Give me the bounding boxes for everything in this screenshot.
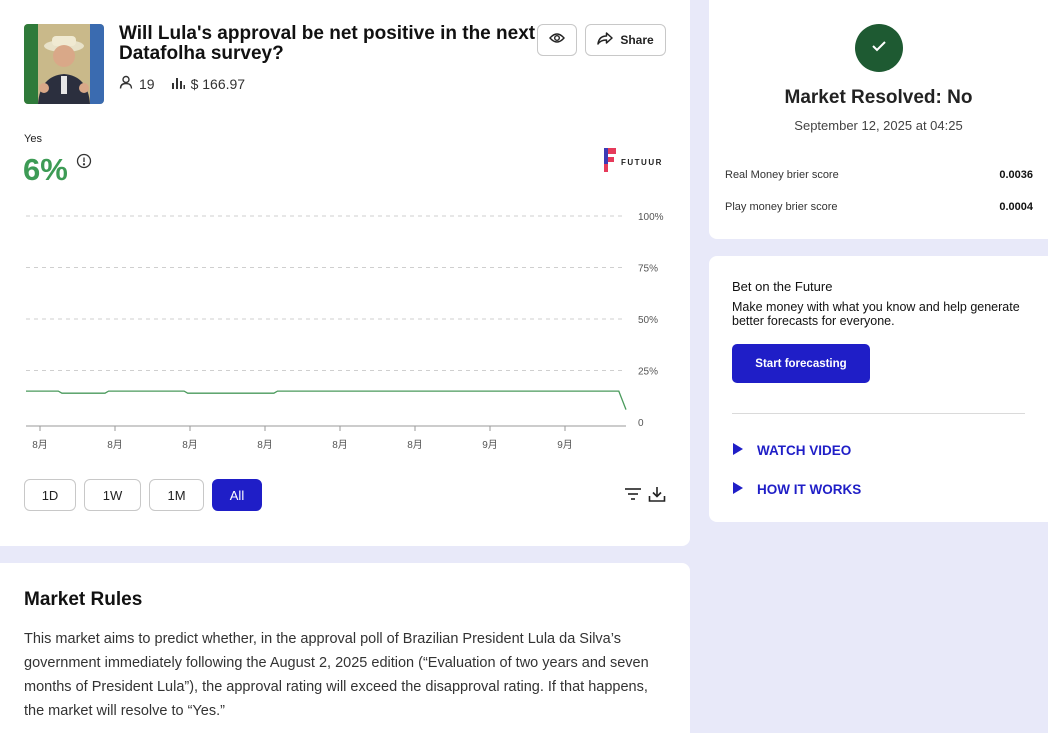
y-tick-label: 100%	[638, 212, 664, 223]
resolved-badge	[855, 24, 903, 72]
range-button-1m[interactable]: 1M	[149, 479, 204, 511]
x-tick-label: 8月	[107, 439, 123, 451]
rules-text: This market aims to predict whether, in …	[24, 631, 649, 719]
eye-icon	[549, 31, 565, 49]
y-tick-label: 25%	[638, 367, 658, 378]
bar-chart-icon	[171, 76, 185, 92]
filter-icon[interactable]	[624, 487, 642, 506]
user-icon	[119, 75, 133, 92]
resolution-card: Market Resolved: No September 12, 2025 a…	[709, 0, 1048, 239]
promo-title: Bet on the Future	[732, 279, 833, 294]
real-money-score-row: Real Money brier score 0.0036	[725, 169, 1033, 181]
play-icon	[732, 482, 743, 497]
futuur-logo-icon	[604, 148, 616, 177]
info-icon[interactable]	[76, 153, 92, 174]
watch-video-label: WATCH VIDEO	[757, 443, 852, 458]
x-tick-label: 8月	[182, 439, 198, 451]
score-value: 0.0004	[999, 201, 1033, 213]
score-label: Play money brier score	[725, 201, 838, 213]
watch-button[interactable]	[537, 24, 577, 56]
share-button[interactable]: Share	[585, 24, 666, 56]
volume-value: $ 166.97	[190, 75, 246, 92]
play-money-score-row: Play money brier score 0.0004	[725, 201, 1033, 213]
x-tick-label: 8月	[407, 439, 423, 451]
y-tick-label: 50%	[638, 315, 658, 326]
y-tick-label: 75%	[638, 264, 658, 275]
share-label: Share	[620, 33, 654, 47]
divider	[732, 413, 1025, 414]
outcome-label: Yes	[24, 133, 42, 145]
score-label: Real Money brier score	[725, 169, 839, 181]
futuur-logo-text: FUTUUR	[621, 158, 663, 167]
x-tick-label: 9月	[482, 439, 498, 451]
y-tick-label: 0	[638, 418, 644, 429]
probability-chart: 100% 75% 50% 25% 0 8月 8月 8月 8月 8月 8月 9月 9月	[26, 212, 664, 451]
score-value: 0.0036	[999, 169, 1033, 181]
market-thumbnail	[24, 24, 104, 104]
check-icon	[871, 39, 887, 57]
share-arrow-icon	[597, 32, 614, 48]
range-button-1w[interactable]: 1W	[84, 479, 141, 511]
market-meta: 19 $ 166.97	[119, 75, 261, 92]
play-icon	[732, 443, 743, 458]
x-tick-label: 8月	[332, 439, 348, 451]
how-it-works-label: HOW IT WORKS	[757, 482, 862, 497]
futuur-logo: FUTUUR	[604, 148, 663, 177]
participants-stat: 19	[119, 75, 155, 92]
resolved-date: September 12, 2025 at 04:25	[794, 118, 963, 133]
x-tick-label: 8月	[257, 439, 273, 451]
rules-title: Market Rules	[24, 589, 143, 610]
volume-stat: $ 166.97	[171, 75, 246, 92]
resolved-title: Market Resolved: No	[784, 87, 973, 108]
range-button-all[interactable]: All	[212, 479, 262, 511]
x-tick-label: 8月	[32, 439, 48, 451]
promo-description: Make money with what you know and help g…	[732, 300, 1020, 328]
market-rules-card: Market Rules This market aims to predict…	[0, 563, 690, 733]
promo-card: Bet on the Future Make money with what y…	[709, 256, 1048, 522]
market-card: Will Lula's approval be net positive in …	[0, 0, 690, 546]
watch-video-link[interactable]: WATCH VIDEO	[732, 443, 851, 458]
start-forecasting-button[interactable]: Start forecasting	[732, 344, 870, 383]
download-icon[interactable]	[648, 486, 666, 507]
market-title: Will Lula's approval be net positive in …	[119, 23, 536, 64]
participants-count: 19	[139, 75, 155, 92]
x-tick-label: 9月	[557, 439, 573, 451]
how-it-works-link[interactable]: HOW IT WORKS	[732, 482, 861, 497]
series-line	[26, 390, 627, 410]
range-button-1d[interactable]: 1D	[24, 479, 76, 511]
probability-value: 6%	[23, 152, 68, 187]
